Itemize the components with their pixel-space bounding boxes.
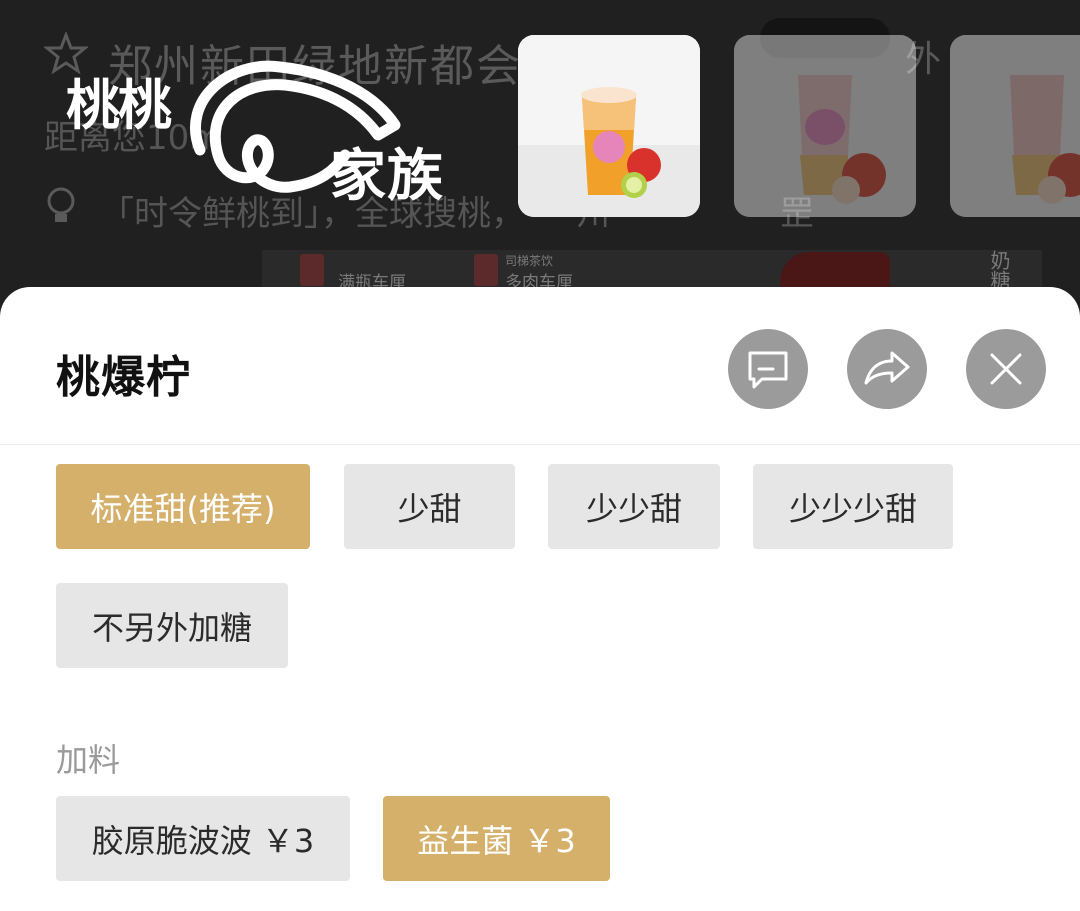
sheet-divider bbox=[0, 444, 1080, 445]
product-options-sheet: 桃爆柠 标准甜(推荐) 少甜 少少甜 少少少甜 不另外加糖 加料 胶原脆波波 ￥… bbox=[0, 287, 1080, 911]
drink-cup-image bbox=[518, 35, 700, 217]
drink-cup-image bbox=[734, 35, 916, 217]
brand-word: 桃桃 bbox=[66, 74, 172, 137]
close-button[interactable] bbox=[966, 329, 1046, 409]
sweetness-option[interactable]: 标准甜(推荐) bbox=[56, 464, 310, 549]
share-icon bbox=[864, 351, 910, 385]
product-title: 桃爆柠 bbox=[56, 352, 191, 403]
sweetness-option-label: 标准甜(推荐) bbox=[90, 489, 276, 528]
banner-cup-image bbox=[474, 254, 498, 286]
banner-cup-image bbox=[300, 254, 324, 286]
product-image[interactable] bbox=[950, 35, 1080, 217]
sweetness-option-label: 少少甜 bbox=[585, 489, 682, 528]
comment-icon bbox=[748, 351, 788, 389]
sweetness-option-label: 少少少甜 bbox=[788, 489, 917, 528]
brand-logo: 桃桃 家族 bbox=[60, 55, 480, 209]
banner-item: 司梯茶饮 bbox=[505, 254, 554, 268]
sweetness-option-label: 少甜 bbox=[397, 489, 462, 528]
topping-option-label: 益生菌 ￥3 bbox=[417, 821, 576, 860]
topping-option[interactable]: 胶原脆波波 ￥3 bbox=[56, 796, 350, 881]
topping-option[interactable]: 益生菌 ￥3 bbox=[383, 796, 610, 881]
banner-decoration bbox=[780, 252, 890, 292]
brand-word: 家族 bbox=[330, 144, 444, 209]
sweetness-option[interactable]: 少少甜 bbox=[548, 464, 720, 549]
store-page-background: 郑州新田绿地新都会 外 距离您10m 「时令鲜桃到」，全球搜桃， 州 罡 满瓶车… bbox=[0, 0, 1080, 320]
close-icon bbox=[990, 353, 1022, 385]
sweetness-option[interactable]: 少甜 bbox=[344, 464, 515, 549]
toppings-section-label: 加料 bbox=[56, 741, 121, 779]
drink-cup-image bbox=[950, 35, 1080, 217]
comment-button[interactable] bbox=[728, 329, 808, 409]
product-image[interactable] bbox=[734, 35, 916, 217]
sweetness-option[interactable]: 不另外加糖 bbox=[56, 583, 288, 668]
sweetness-option-label: 不另外加糖 bbox=[91, 608, 252, 647]
topping-option-label: 胶原脆波波 ￥3 bbox=[91, 821, 315, 860]
product-image[interactable] bbox=[518, 35, 700, 217]
banner-item: 奶糖 bbox=[987, 250, 1011, 290]
sweetness-option[interactable]: 少少少甜 bbox=[753, 464, 953, 549]
share-button[interactable] bbox=[847, 329, 927, 409]
